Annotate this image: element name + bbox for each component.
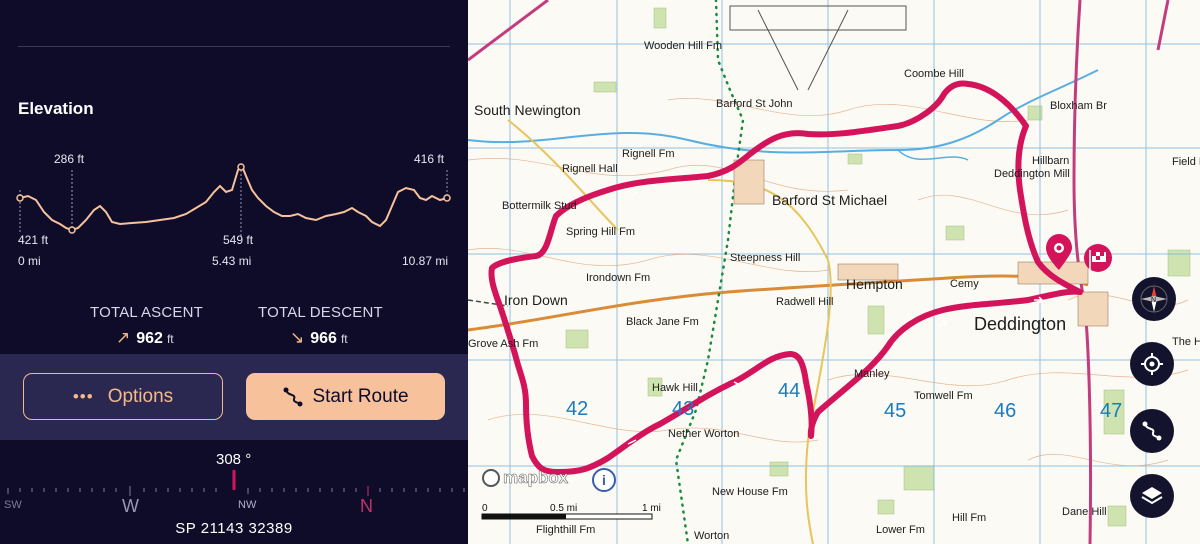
place-label: Manley [854,368,890,380]
place-label: Deddington Mill [994,168,1070,180]
arrow-down-right-icon: ↘ [290,328,305,347]
layers-button[interactable] [1130,474,1174,518]
place-label: Nether Worton [668,428,740,440]
grid-number: 46 [994,400,1017,422]
scale-label: 1 mi [642,503,661,514]
route-button[interactable] [1130,409,1174,453]
grid-number: 47 [1100,400,1123,422]
end-point [443,194,451,202]
action-bar: ••• Options Start Route [0,354,468,440]
options-button[interactable]: ••• Options [23,373,223,420]
mapbox-logo[interactable]: mapbox [482,468,568,488]
place-label: Deddington [974,314,1067,334]
map-view[interactable]: South Newington Wooden Hill Fm Barford S… [468,0,1200,544]
route-icon [283,387,303,406]
place-label: Hempton [846,276,903,292]
heading-value: 308 ° [216,451,252,468]
total-descent-label: TOTAL DESCENT [258,304,383,321]
elevation-label: 421 ft [18,233,49,247]
crosshair-icon [1141,353,1163,375]
grid-number: 42 [566,398,589,420]
place-label: Irondown Fm [586,272,651,284]
cardinal-label: N [360,496,373,516]
mapbox-icon [482,469,500,487]
cardinal-label: SW [4,499,22,511]
place-label: Lower Fm [876,524,925,536]
place-label: Spring Hill Fm [566,226,636,238]
more-dots-icon: ••• [72,386,94,406]
place-label: Flighthill Fm [536,524,596,536]
place-label: New House Fm [712,486,788,498]
cardinal-label: W [122,496,139,516]
place-label: Hawk Hill [652,382,698,394]
distance-label: 0 mi [18,254,41,268]
scale-label: 0.5 mi [550,503,578,514]
svg-text:N: N [1151,297,1156,304]
elevation-line [19,164,448,232]
place-label: Bottermilk Stud [502,200,577,212]
grid-number: 45 [884,400,907,422]
road-a361 [468,0,549,62]
start-route-button[interactable]: Start Route [246,373,445,420]
place-label: Coombe Hill [904,68,964,80]
info-button[interactable]: i [592,468,616,492]
low-point [68,226,76,234]
grid-reference: SP 21143 32389 [175,520,293,537]
map-canvas[interactable] [468,0,1200,544]
place-label: Bloxham Br [1050,100,1107,112]
place-label: Hill Fm [952,512,987,524]
compass-strip: 308 ° SW W NW N SP 21143 32389 [0,440,468,544]
place-label: Hillbarn [1032,155,1070,167]
elevation-title: Elevation [18,99,94,118]
scale-bar [481,513,653,520]
scale-label: 0 [482,503,488,514]
place-label: Worton [694,530,730,542]
place-label: Tomwell Fm [914,390,973,402]
place-label: Radwell Hill [776,296,834,308]
total-descent-value: ↘ 966 ft [290,328,348,347]
place-label: Barford St John [716,98,793,110]
place-label: Iron Down [504,292,568,308]
place-label: Barford St Michael [772,192,888,208]
total-ascent-value: ↗ 962 ft [116,328,174,347]
compass-north-button[interactable]: N [1132,277,1176,321]
place-label: Wooden Hill Fm [644,40,723,52]
route-icon [1142,421,1162,441]
place-label: Rignell Fm [622,148,675,160]
place-label: Dane Hill [1062,506,1107,518]
place-label: Rignell Hall [562,163,618,175]
cardinal-label: NW [238,499,257,511]
start-point [16,194,24,202]
distance-label: 10.87 mi [402,254,449,268]
arrow-up-right-icon: ↗ [116,328,131,347]
place-label: Steepness Hill [730,252,801,264]
place-label: Grove Ash Fm [468,338,539,350]
divider [18,46,450,47]
layers-icon [1141,487,1163,505]
high-point [237,163,245,171]
distance-label: 5.43 mi [212,254,252,268]
place-label: Field Barn Fm [1172,156,1200,168]
elevation-label: 286 ft [54,152,85,166]
route-panel: Elevation 286 ft 416 ft 421 ft 549 ft 0 … [0,0,468,544]
grid-number: 43 [672,398,695,420]
grid-number: 44 [778,380,801,402]
elevation-label: 416 ft [414,152,445,166]
place-label: South Newington [474,102,581,118]
finish-flag [1084,244,1112,272]
compass-north-icon: N [1140,285,1168,313]
airfield [729,5,907,91]
total-ascent-label: TOTAL ASCENT [90,304,203,321]
locate-me-button[interactable] [1130,342,1174,386]
place-label: Cemy [950,278,979,290]
place-label: The Hawthorns [1172,336,1200,348]
elevation-label: 549 ft [223,233,254,247]
compass-ticks: SW W NW N [4,470,465,516]
national-trail [674,0,745,544]
place-label: Black Jane Fm [626,316,699,328]
